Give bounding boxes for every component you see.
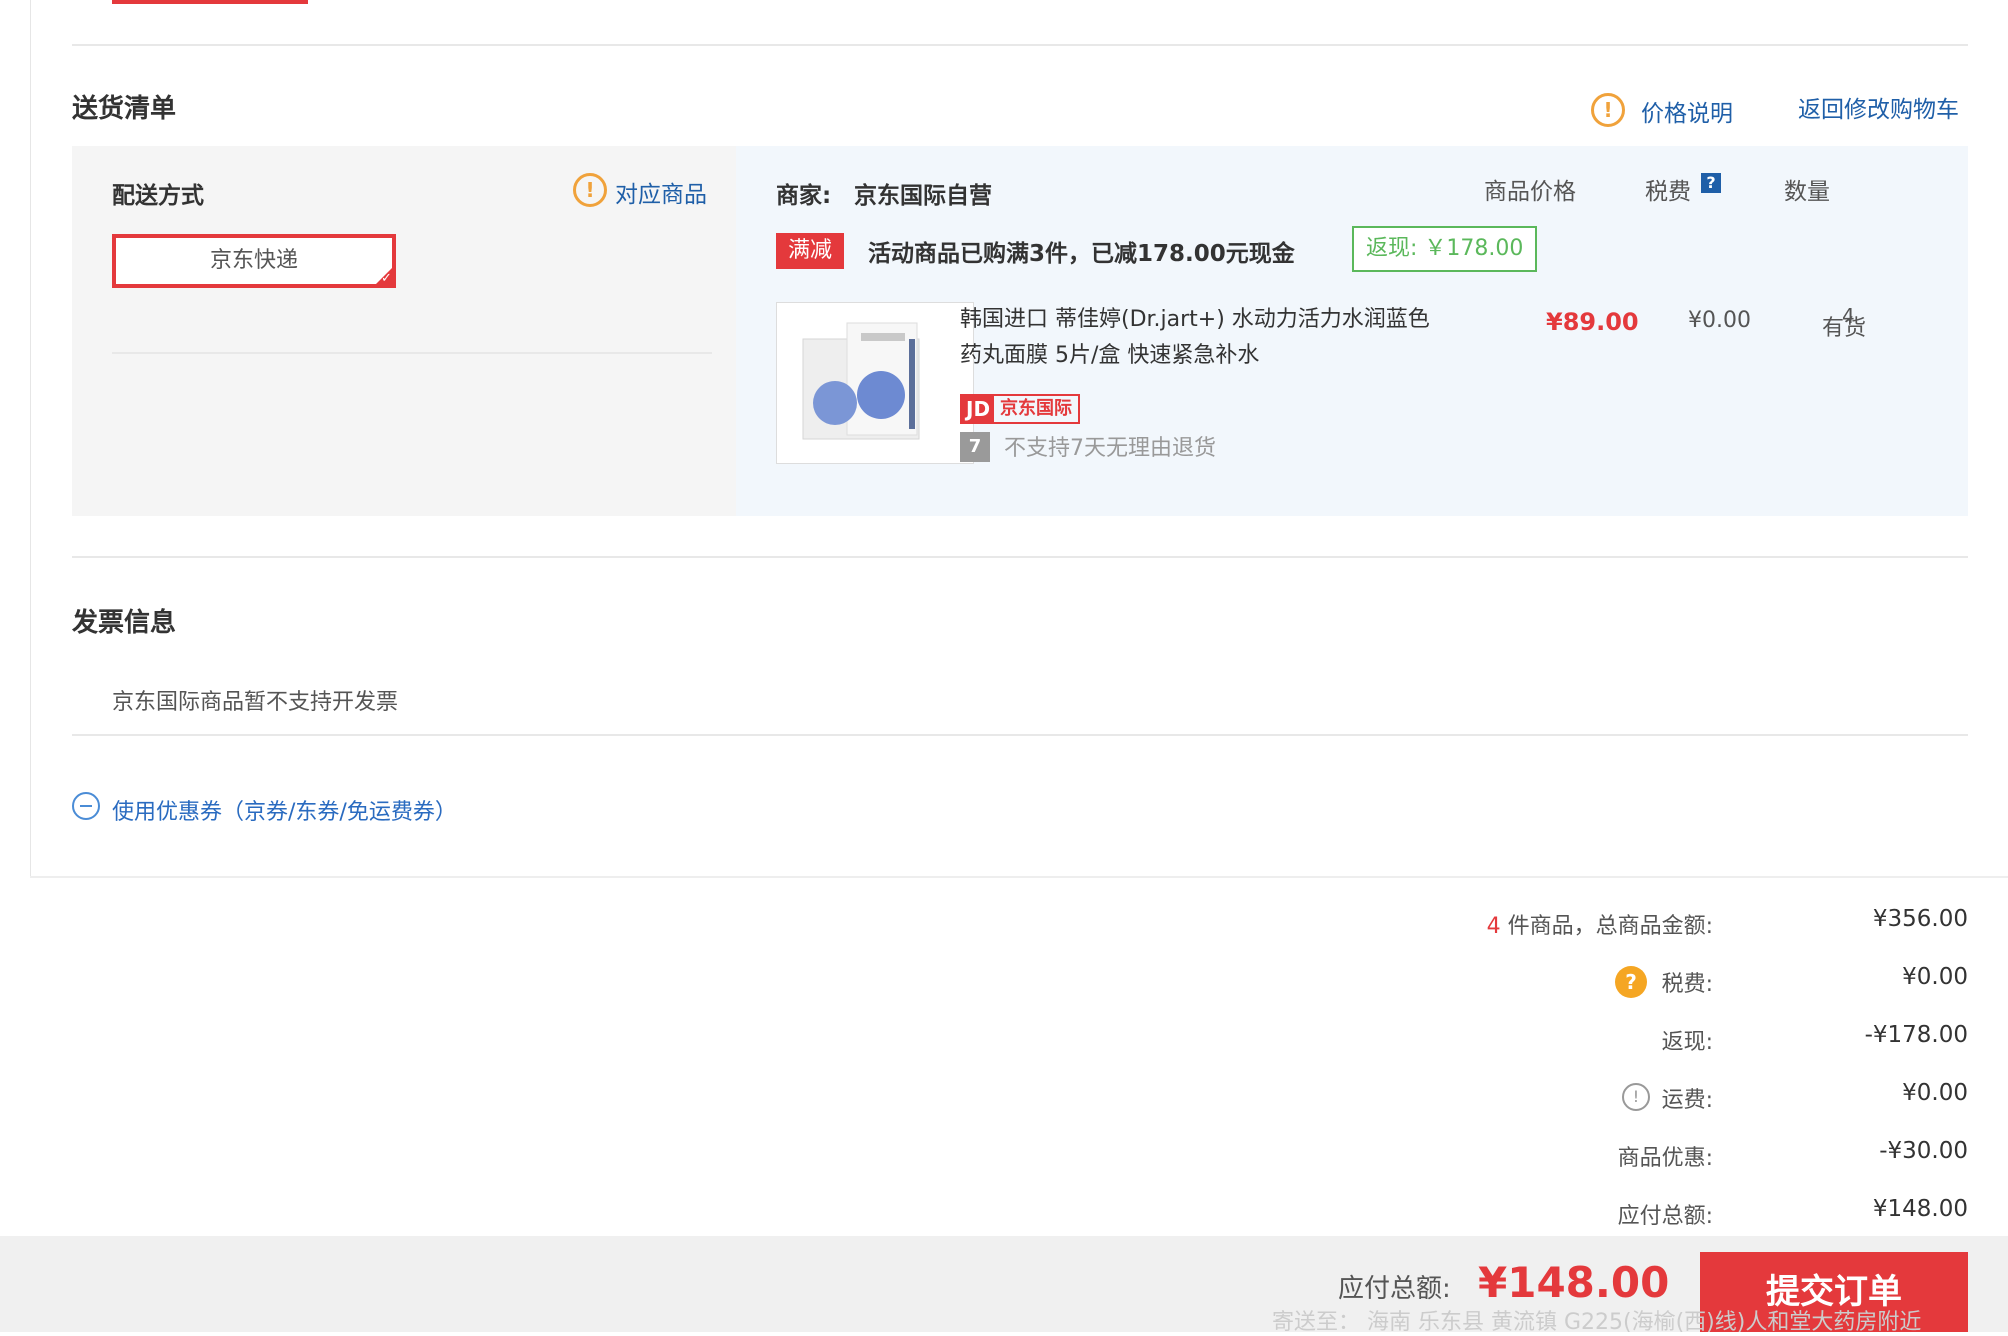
goods-total-label: 4 件商品，总商品金额: [1400, 908, 1713, 940]
invoice-title: 发票信息 [72, 608, 177, 638]
merchant-name: 京东国际自营 [854, 183, 992, 209]
jd-logo: JD [962, 396, 995, 422]
checkout-total: ¥148.00 [1478, 1258, 1670, 1307]
product-tax: ¥0.00 [1688, 308, 1751, 333]
payable-label: 应付总额: [1617, 1204, 1713, 1229]
price-note-link[interactable]: 价格说明 [1641, 94, 1733, 128]
ship-to-address: 寄送至： 海南 乐东县 黄流镇 G225(海榆(西)线)人和堂大药房附近 [1272, 1310, 1922, 1335]
rebate-label: 返现: [1661, 1030, 1713, 1055]
collapse-icon[interactable] [72, 792, 100, 820]
product-name[interactable]: 韩国进口 蒂佳婷(Dr.jart+) 水动力活力水润蓝色药丸面膜 5片/盒 快速… [960, 302, 1440, 374]
payable-value: ¥148.00 [1872, 1196, 1968, 1222]
shipping-label: 运费: [1661, 1088, 1713, 1113]
shipping-method-label: 配送方式 [112, 183, 204, 209]
promo-tag: 满减 [776, 233, 845, 269]
no-return-icon: 7 [960, 432, 990, 462]
top-tab-indicator [112, 0, 308, 4]
tax-label: 税费: [1661, 972, 1713, 997]
shipping-divider [112, 352, 712, 354]
rebate-badge: 返现: ￥178.00 [1352, 226, 1538, 272]
merchant-label: 商家: [776, 183, 832, 209]
invoice-text: 京东国际商品暂不支持开发票 [112, 690, 399, 715]
jd-international-badge: JD 京东国际 [960, 394, 1081, 424]
matched-goods-link[interactable]: 对应商品 [615, 175, 707, 209]
left-divider [30, 0, 31, 876]
shipping-value: ¥0.00 [1902, 1080, 1968, 1106]
jd-intl-text: 京东国际 [1000, 398, 1073, 419]
tax-value: ¥0.00 [1902, 964, 1968, 990]
col-tax-header: 税费 [1645, 179, 1691, 205]
no-return-text: 不支持7天无理由退货 [1004, 436, 1216, 461]
discount-label: 商品优惠: [1617, 1146, 1713, 1171]
help-icon[interactable]: ? [1701, 173, 1721, 193]
delivery-title: 送货清单 [72, 94, 177, 124]
summary-divider [30, 876, 2008, 878]
jd-express-option[interactable]: 京东快递 ✓ [112, 234, 396, 288]
product-qty: 4 [1842, 304, 1855, 328]
info-icon: ! [1591, 93, 1625, 127]
coupon-divider [72, 734, 1968, 736]
back-to-cart-link[interactable]: 返回修改购物车 [1798, 90, 1959, 124]
rebate-value: -¥178.00 [1864, 1022, 1968, 1048]
goods-total-value: ¥356.00 [1872, 906, 1968, 932]
coupon-link[interactable]: 使用优惠券（京券/东券/免运费券） [112, 794, 457, 826]
promo-text: 活动商品已购满3件，已减178.00元现金 [868, 241, 1295, 267]
jd-express-label: 京东快递 [209, 248, 298, 273]
product-thumbnail[interactable] [776, 302, 974, 464]
col-qty-header: 数量 [1784, 179, 1830, 205]
discount-value: -¥30.00 [1879, 1138, 1968, 1164]
goods-total-label-text: 件商品，总商品金额: [1500, 914, 1713, 939]
checkout-total-label: 应付总额: [1338, 1274, 1451, 1304]
top-divider [72, 44, 1968, 46]
col-price-header: 商品价格 [1484, 179, 1576, 205]
product-price: ¥89.00 [1546, 308, 1639, 336]
check-icon: ✓ [372, 264, 396, 288]
invoice-divider [72, 556, 1968, 558]
item-count: 4 [1486, 914, 1501, 939]
info-icon: ! [573, 173, 607, 207]
product-image [802, 322, 920, 440]
